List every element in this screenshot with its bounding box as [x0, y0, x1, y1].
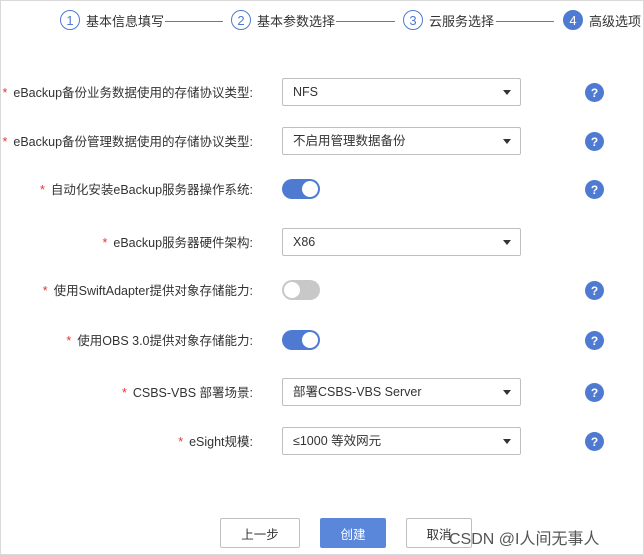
esight-scale-select[interactable]: ≤1000 等效网元: [282, 427, 521, 455]
help-icon[interactable]: ?: [585, 132, 604, 151]
form-row-storage-protocol-management: * eBackup备份管理数据使用的存储协议类型: 不启用管理数据备份 ?: [1, 127, 644, 157]
form-row-obs: * 使用OBS 3.0提供对象存储能力: ?: [1, 326, 644, 356]
caret-down-icon: [503, 439, 511, 444]
step-connector: [336, 21, 395, 22]
storage-protocol-business-select[interactable]: NFS: [282, 78, 521, 106]
caret-down-icon: [503, 390, 511, 395]
field-label: * eSight规模:: [178, 435, 253, 449]
step-connector: [496, 21, 554, 22]
step-2-label: 基本参数选择: [257, 13, 336, 29]
field-label: * eBackup备份管理数据使用的存储协议类型:: [2, 135, 254, 149]
form-row-esight-scale: * eSight规模: ≤1000 等效网元 ?: [1, 427, 644, 457]
required-mark: *: [121, 386, 127, 400]
help-icon[interactable]: ?: [585, 331, 604, 350]
field-label: * CSBS-VBS 部署场景:: [121, 386, 253, 400]
step-4-label: 高级选项: [589, 13, 642, 29]
obs-toggle[interactable]: [282, 330, 320, 350]
storage-protocol-management-select[interactable]: 不启用管理数据备份: [282, 127, 521, 155]
swiftadapter-toggle[interactable]: [282, 280, 320, 300]
required-mark: *: [102, 236, 108, 250]
step-3-label: 云服务选择: [429, 13, 495, 29]
help-icon[interactable]: ?: [585, 383, 604, 402]
toggle-knob: [284, 282, 300, 298]
field-label: * 使用SwiftAdapter提供对象存储能力:: [42, 284, 253, 298]
step-connector: [165, 21, 223, 22]
required-mark: *: [2, 135, 8, 149]
step-2[interactable]: 2 基本参数选择: [231, 10, 335, 30]
step-3-number: 3: [403, 10, 423, 30]
step-1-label: 基本信息填写: [86, 13, 165, 29]
select-value: NFS: [293, 85, 318, 99]
select-value: 不启用管理数据备份: [293, 134, 406, 148]
required-mark: *: [66, 334, 72, 348]
create-button[interactable]: 创建: [320, 518, 386, 548]
field-label: * 使用OBS 3.0提供对象存储能力:: [66, 334, 253, 348]
help-icon[interactable]: ?: [585, 180, 604, 199]
toggle-knob: [302, 332, 318, 348]
required-mark: *: [2, 86, 8, 100]
toggle-knob: [302, 181, 318, 197]
field-label: * 自动化安装eBackup服务器操作系统:: [40, 183, 253, 197]
field-label: * eBackup备份业务数据使用的存储协议类型:: [2, 86, 254, 100]
step-3[interactable]: 3 云服务选择: [403, 10, 494, 30]
required-mark: *: [42, 284, 48, 298]
caret-down-icon: [503, 240, 511, 245]
form-row-hardware-arch: * eBackup服务器硬件架构: X86: [1, 228, 644, 258]
form-row-swiftadapter: * 使用SwiftAdapter提供对象存储能力: ?: [1, 276, 644, 306]
form-row-csbs-vbs-scene: * CSBS-VBS 部署场景: 部署CSBS-VBS Server ?: [1, 378, 644, 408]
field-label: * eBackup服务器硬件架构:: [102, 236, 254, 250]
hardware-arch-select[interactable]: X86: [282, 228, 521, 256]
step-4[interactable]: 4 高级选项: [563, 10, 641, 30]
wizard-panel: 1 基本信息填写 2 基本参数选择 3 云服务选择 4 高级选项 * eBacku…: [0, 0, 644, 555]
step-4-number: 4: [563, 10, 583, 30]
prev-step-button[interactable]: 上一步: [220, 518, 300, 548]
auto-install-os-toggle[interactable]: [282, 179, 320, 199]
select-value: X86: [293, 235, 316, 249]
select-value: 部署CSBS-VBS Server: [293, 385, 422, 399]
wizard-stepper: 1 基本信息填写 2 基本参数选择 3 云服务选择 4 高级选项: [1, 1, 644, 43]
form-row-auto-install-os: * 自动化安装eBackup服务器操作系统: ?: [1, 175, 644, 205]
help-icon[interactable]: ?: [585, 83, 604, 102]
required-mark: *: [178, 435, 184, 449]
form-row-storage-protocol-business: * eBackup备份业务数据使用的存储协议类型: NFS ?: [1, 78, 644, 108]
help-icon[interactable]: ?: [585, 281, 604, 300]
step-1[interactable]: 1 基本信息填写: [60, 10, 164, 30]
step-2-number: 2: [231, 10, 251, 30]
caret-down-icon: [503, 139, 511, 144]
step-1-number: 1: [60, 10, 80, 30]
required-mark: *: [40, 183, 45, 197]
csbs-vbs-scene-select[interactable]: 部署CSBS-VBS Server: [282, 378, 521, 406]
watermark: CSDN @I人间无事人: [449, 531, 600, 548]
select-value: ≤1000 等效网元: [293, 434, 382, 448]
caret-down-icon: [503, 90, 511, 95]
help-icon[interactable]: ?: [585, 432, 604, 451]
